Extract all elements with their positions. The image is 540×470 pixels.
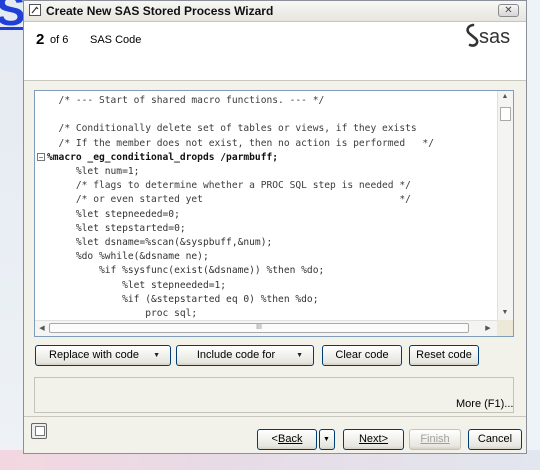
step-number: 2 (36, 31, 45, 48)
code-text-area[interactable]: /* --- Start of shared macro functions. … (35, 91, 497, 320)
vertical-scrollbar[interactable]: ▲ ▼ (497, 91, 513, 320)
code-line: %do %while(&dsname ne); (47, 251, 209, 263)
cancel-label: Cancel (477, 433, 513, 445)
code-line: %let stepneeded=1; (47, 279, 227, 291)
background-right-strip (526, 0, 540, 470)
vertical-scroll-thumb[interactable] (500, 107, 511, 121)
scroll-left-arrow-icon[interactable]: ◀ (35, 324, 49, 332)
code-line: %let stepstarted=0; (47, 222, 186, 234)
include-code-for-label: Include code for (196, 349, 276, 361)
title-bar[interactable]: Create New SAS Stored Process Wizard ✕ (24, 1, 526, 22)
help-toggle-icon[interactable] (31, 423, 47, 439)
back-history-dropdown[interactable]: ▼ (319, 429, 335, 450)
include-code-for-button[interactable]: Include code for ▼ (176, 345, 314, 366)
sas-logo-text: sas (479, 26, 510, 48)
wizard-dialog: Create New SAS Stored Process Wizard ✕ 2… (23, 0, 527, 454)
code-line: %let dsname=%scan(&syspbuff,&num); (47, 237, 273, 248)
sas-logo: sas (466, 23, 510, 48)
sas-code-editor[interactable]: /* --- Start of shared macro functions. … (34, 90, 514, 337)
next-label: Next> (358, 433, 389, 445)
dropdown-arrow-icon: ▼ (153, 352, 160, 359)
code-line: /* or even started yet */ (47, 194, 411, 206)
close-icon: ✕ (504, 5, 513, 16)
more-help-link[interactable]: More (F1)... (456, 398, 513, 410)
replace-with-code-button[interactable]: Replace with code ▼ (35, 345, 171, 366)
code-line: %if %sysfunc(exist(&dsname)) %then %do; (47, 265, 325, 277)
code-line: %if (&stepstarted eq 0) %then %do; (47, 293, 319, 305)
scroll-down-arrow-icon[interactable]: ▼ (498, 309, 512, 316)
wizard-header (24, 22, 526, 81)
code-line: %let stepneeded=0; (47, 208, 180, 220)
replace-with-code-label: Replace with code (49, 349, 139, 361)
code-line: %macro _eg_conditional_dropds /parmbuff; (47, 151, 279, 163)
scroll-right-arrow-icon[interactable]: ▶ (481, 324, 495, 332)
horizontal-scrollbar[interactable]: ◀ III ▶ (35, 320, 497, 336)
window-title: Create New SAS Stored Process Wizard (46, 4, 274, 18)
horizontal-scroll-thumb[interactable]: III (49, 323, 469, 333)
scroll-up-arrow-icon[interactable]: ▲ (498, 93, 512, 100)
code-line: /* Conditionally delete set of tables or… (47, 123, 417, 135)
scrollbar-corner (497, 320, 513, 336)
clear-code-button[interactable]: Clear code (322, 345, 402, 366)
reset-code-label: Reset code (416, 349, 472, 361)
code-line: /* flags to determine whether a PROC SQL… (47, 180, 411, 192)
close-button[interactable]: ✕ (498, 4, 519, 17)
fold-toggle-icon[interactable]: − (37, 152, 45, 161)
chevron-down-icon: ▼ (323, 436, 330, 443)
code-line: /* --- Start of shared macro functions. … (47, 95, 325, 106)
window-icon (29, 4, 41, 16)
back-label-text: Back (277, 433, 303, 445)
step-title: SAS Code (90, 34, 142, 46)
code-line: /* If the member does not exist, then no… (47, 137, 434, 149)
step-of-label: of 6 (50, 34, 69, 46)
footer-separator (24, 416, 526, 417)
dropdown-arrow-icon: ▼ (296, 352, 303, 359)
back-label: <Back (271, 433, 303, 445)
cancel-button[interactable]: Cancel (468, 429, 522, 450)
reset-code-button[interactable]: Reset code (409, 345, 479, 366)
back-button[interactable]: <Back (257, 429, 317, 450)
clear-code-label: Clear code (335, 349, 389, 361)
description-area (34, 377, 514, 413)
finish-label: Finish (420, 433, 450, 445)
code-line: proc sql; (47, 308, 198, 319)
finish-button[interactable]: Finish (409, 429, 461, 450)
next-button[interactable]: Next> (343, 429, 404, 450)
code-line: %let num=1; (47, 166, 140, 177)
